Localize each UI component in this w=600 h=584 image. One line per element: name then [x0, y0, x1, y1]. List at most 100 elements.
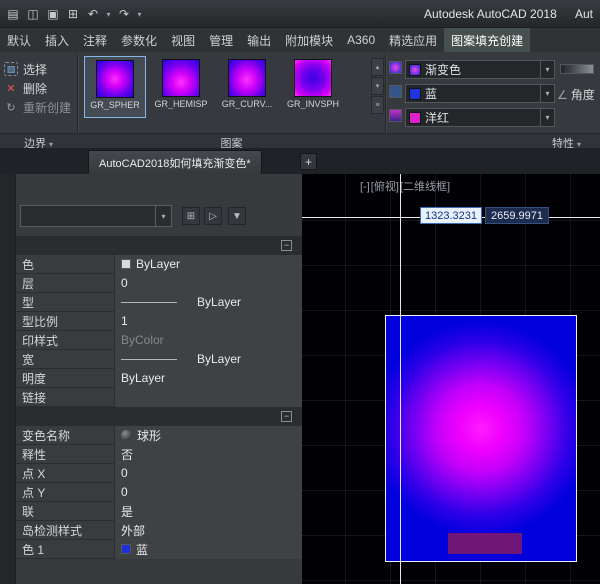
save-icon[interactable]: ▣ [44, 5, 62, 23]
hatch-color-icon[interactable] [389, 85, 402, 98]
chevron-down-icon[interactable]: ▾ [540, 85, 554, 102]
property-value[interactable]: 是 [114, 502, 302, 521]
undo-dropdown-icon[interactable]: ▾ [104, 5, 113, 23]
pattern-swatch-gr-curved[interactable]: GR_CURV... [216, 56, 278, 118]
gradient-inverse-sphere-thumbnail [294, 59, 332, 97]
gradient-color2-value: 洋红 [425, 109, 540, 126]
property-value[interactable]: ByLayer [114, 350, 302, 369]
tab-output[interactable]: 输出 [240, 28, 278, 52]
tab-parametric[interactable]: 参数化 [114, 28, 164, 52]
drawing-canvas[interactable]: [-][俯视][二维线框] 1323.3231 2659.9971 [302, 174, 600, 584]
property-value[interactable]: 0 [114, 274, 302, 293]
redo-dropdown-icon[interactable]: ▾ [135, 5, 144, 23]
hatch-type-icon[interactable] [389, 61, 402, 74]
viewport-view-control[interactable]: [俯视] [371, 181, 399, 193]
blue-color-swatch-icon [409, 88, 421, 100]
property-row-annotative: 释性 否 [16, 445, 302, 464]
property-label: 层 [16, 275, 114, 292]
tab-hatch-creation[interactable]: 图案填充创建 [444, 28, 530, 52]
gallery-scroll-down-button[interactable]: ▾ [371, 77, 384, 95]
property-value[interactable]: ByLayer [114, 255, 302, 274]
transparency-slider-icon[interactable] [560, 64, 594, 74]
select-boundary-button[interactable]: ▧ 选择 [4, 60, 47, 78]
dynamic-input-y[interactable]: 2659.9971 [485, 207, 549, 224]
select-objects-icon[interactable]: ▷ [204, 207, 222, 225]
tab-addins[interactable]: 附加模块 [278, 28, 340, 52]
property-label: 点 Y [16, 484, 114, 501]
property-value[interactable]: 0 [114, 483, 302, 502]
pickadd-toggle-icon[interactable]: ⊞ [182, 207, 200, 225]
tab-featured-apps[interactable]: 精选应用 [382, 28, 444, 52]
property-row-color1: 色 1 蓝 [16, 540, 302, 559]
hatch-type-dropdown[interactable]: 渐变色 ▾ [405, 60, 555, 79]
collapse-section-icon[interactable]: − [281, 411, 292, 422]
palette-title-grip[interactable] [0, 174, 16, 584]
gradient-color1-dropdown[interactable]: 蓝 ▾ [405, 84, 555, 103]
tab-insert[interactable]: 插入 [38, 28, 76, 52]
open-icon[interactable]: ◫ [24, 5, 42, 23]
pattern-swatch-label: GR_CURV... [216, 99, 278, 109]
property-label: 印样式 [16, 332, 114, 349]
section-header-general[interactable]: − [16, 236, 302, 255]
grid-line [302, 310, 600, 311]
quick-select-icon[interactable]: ▼ [228, 207, 246, 225]
property-value[interactable] [114, 388, 302, 407]
property-value[interactable]: 蓝 [114, 540, 302, 559]
property-value-text: 0 [121, 485, 128, 499]
property-value-text: 1 [121, 314, 128, 328]
gradient-hatch-rectangle[interactable] [385, 315, 577, 562]
tab-annotate[interactable]: 注释 [76, 28, 114, 52]
recreate-boundary-button[interactable]: ↻ 重新创建 [4, 98, 71, 116]
gradient-tint-icon[interactable] [389, 109, 402, 122]
property-label: 变色名称 [16, 427, 114, 444]
property-value[interactable]: 1 [114, 312, 302, 331]
tab-a360[interactable]: A360 [340, 28, 382, 52]
pattern-swatch-gr-invsph[interactable]: GR_INVSPH [282, 56, 344, 118]
plot-icon[interactable]: ⊞ [64, 5, 82, 23]
property-row-gradient-name: 变色名称 球形 [16, 426, 302, 445]
pattern-swatch-gr-spher[interactable]: GR_SPHER [84, 56, 146, 118]
delete-boundary-button[interactable]: ✕ 删除 [4, 79, 47, 97]
property-value[interactable]: ByLayer [114, 293, 302, 312]
property-value[interactable]: 0 [114, 464, 302, 483]
dynamic-input-x[interactable]: 1323.3231 [420, 207, 482, 224]
pattern-swatch-gr-hemisp[interactable]: GR_HEMISP [150, 56, 212, 118]
window-title-fragment: Aut [575, 7, 593, 21]
property-value-text: ByLayer [197, 352, 241, 366]
chevron-down-icon[interactable]: ▾ [155, 206, 171, 226]
object-type-combo[interactable]: ▾ [20, 205, 172, 227]
new-drawing-tab-button[interactable]: + [300, 153, 317, 170]
undo-icon[interactable]: ↶ [84, 5, 102, 23]
app-menu-icon[interactable]: ▤ [4, 5, 22, 23]
tab-manage[interactable]: 管理 [202, 28, 240, 52]
gallery-expand-button[interactable]: ≡ [371, 96, 384, 114]
grid-line [345, 174, 346, 584]
property-label: 链接 [16, 389, 114, 406]
property-value-text: 外部 [121, 522, 145, 539]
tab-view[interactable]: 视图 [164, 28, 202, 52]
redo-icon[interactable]: ↷ [115, 5, 133, 23]
tab-default[interactable]: 默认 [0, 28, 38, 52]
property-value[interactable]: ByLayer [114, 369, 302, 388]
viewport-visual-style-control[interactable]: [二维线框] [400, 181, 450, 193]
collapse-section-icon[interactable]: − [281, 240, 292, 251]
gradient-color2-dropdown[interactable]: 洋红 ▾ [405, 108, 555, 127]
chevron-down-icon[interactable]: ▾ [540, 109, 554, 126]
property-value[interactable]: 球形 [114, 426, 302, 445]
property-row-plot-style: 印样式 ByColor [16, 331, 302, 350]
gradient-curved-thumbnail [228, 59, 266, 97]
property-label: 点 X [16, 465, 114, 482]
section-header-pattern[interactable]: − [16, 407, 302, 426]
chevron-down-icon[interactable]: ▾ [540, 61, 554, 78]
drawing-tab[interactable]: AutoCAD2018如何填充渐变色* [88, 150, 262, 174]
property-value[interactable]: 否 [114, 445, 302, 464]
watermark [448, 533, 522, 554]
pattern-swatch-label: GR_SPHER [85, 100, 145, 110]
delete-label: 删除 [23, 80, 47, 97]
gallery-scroll-up-button[interactable]: ▴ [371, 58, 384, 76]
property-label: 明度 [16, 370, 114, 387]
viewport-menu-control[interactable]: [-] [360, 181, 370, 193]
angle-field: ∠角度 [557, 86, 595, 103]
property-value[interactable]: 外部 [114, 521, 302, 540]
title-bar: ▤ ◫ ▣ ⊞ ↶ ▾ ↷ ▾ Autodesk AutoCAD 2018 Au… [0, 0, 600, 28]
